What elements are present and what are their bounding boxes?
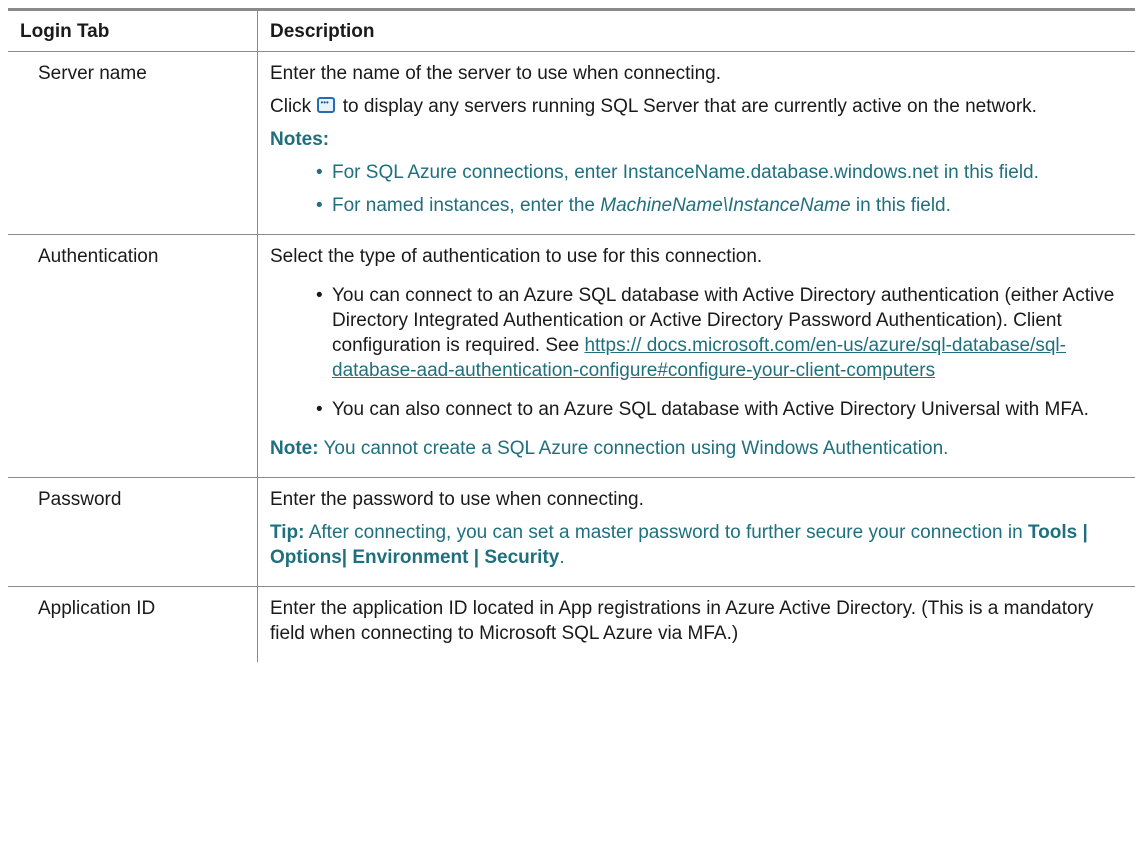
- click-text: Click: [270, 96, 312, 117]
- click-instruction-rest: to display any servers running SQL Serve…: [342, 96, 1037, 117]
- login-tab-table: Login Tab Description Server name Enter …: [8, 8, 1135, 662]
- ellipsis-button-icon: [317, 93, 336, 113]
- row-description-password: Enter the password to use when connectin…: [257, 477, 1135, 587]
- password-description-text: Enter the password to use when connectin…: [270, 489, 644, 510]
- table-row-application-id: Application ID Enter the application ID …: [8, 586, 1135, 662]
- server-notes-list: For SQL Azure connections, enter Instanc…: [270, 160, 1125, 218]
- row-label-server-name: Server name: [8, 51, 258, 235]
- table-row-password: Password Enter the password to use when …: [8, 477, 1135, 587]
- row-description-application-id: Enter the application ID located in App …: [257, 586, 1135, 662]
- column-header-login-tab: Login Tab: [8, 8, 258, 52]
- row-label-application-id: Application ID: [38, 598, 156, 619]
- application-id-description-text: Enter the application ID located in App …: [270, 598, 1094, 644]
- list-item: For SQL Azure connections, enter Instanc…: [270, 160, 1125, 185]
- row-label-password: Password: [8, 477, 258, 587]
- machine-instance-name: MachineName\InstanceName: [600, 195, 851, 216]
- column-header-description: Description: [257, 8, 1135, 52]
- server-click-instruction: Click to display any servers running SQL…: [270, 93, 1125, 119]
- table-row-server-name: Server name Enter the name of the server…: [8, 51, 1135, 235]
- server-description-text: Enter the name of the server to use when…: [270, 63, 721, 84]
- authentication-options-list: You can connect to an Azure SQL database…: [270, 283, 1125, 422]
- notes-heading: Notes:: [270, 129, 330, 150]
- row-description-server-name: Enter the name of the server to use when…: [257, 51, 1135, 235]
- table-header-row: Login Tab Description: [8, 8, 1135, 52]
- row-description-authentication: Select the type of authentication to use…: [257, 234, 1135, 478]
- list-item: You can connect to an Azure SQL database…: [270, 283, 1125, 383]
- list-item: For named instances, enter the MachineNa…: [270, 193, 1125, 218]
- authentication-note: Note: You cannot create a SQL Azure conn…: [270, 438, 949, 459]
- authentication-description-text: Select the type of authentication to use…: [270, 246, 763, 267]
- password-tip: Tip: After connecting, you can set a mas…: [270, 522, 1088, 568]
- list-item: You can also connect to an Azure SQL dat…: [270, 397, 1125, 422]
- table-row-authentication: Authentication Select the type of authen…: [8, 234, 1135, 478]
- row-label-authentication: Authentication: [8, 234, 258, 478]
